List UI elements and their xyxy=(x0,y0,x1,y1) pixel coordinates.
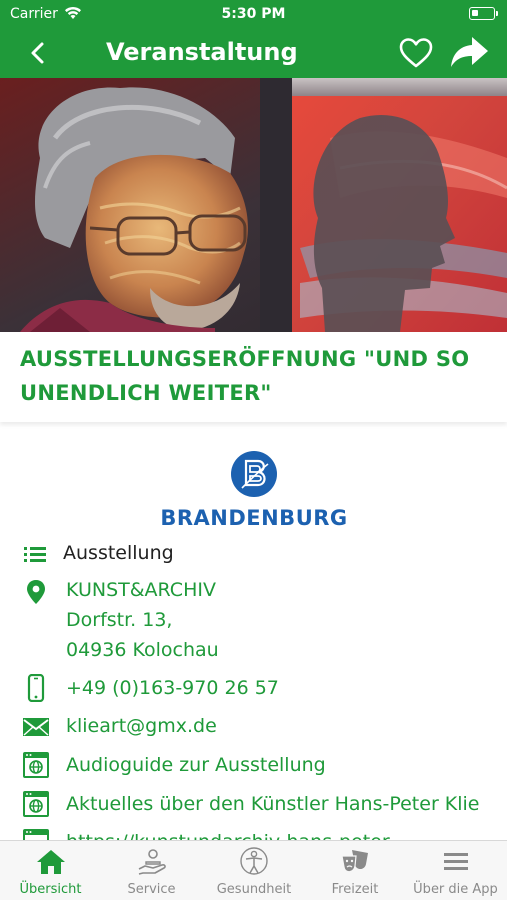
service-hand-icon xyxy=(138,849,166,875)
tab-bar: Übersicht Service Gesundheit Freizeit Üb… xyxy=(0,840,507,900)
chevron-left-icon[interactable] xyxy=(24,38,54,68)
heart-outline-icon[interactable] xyxy=(398,36,434,70)
battery-icon xyxy=(469,7,498,20)
organizer-logo: BRANDENBURG xyxy=(158,450,350,534)
event-title: AUSSTELLUNGSERÖFFNUNG "UND SO UNENDLICH … xyxy=(20,347,470,405)
category-label: Ausstellung xyxy=(63,542,174,564)
tab-label: Service xyxy=(127,882,176,897)
email-row[interactable]: klieart@gmx.de xyxy=(0,711,507,743)
organizer-logo-text: BRANDENBURG xyxy=(160,506,348,530)
tab-label: Über die App xyxy=(413,882,498,897)
phone-row[interactable]: +49 (0)163-970 26 57 xyxy=(0,673,507,705)
web-link-icon xyxy=(23,752,49,778)
tab-health[interactable]: Gesundheit xyxy=(202,841,306,900)
link-row-artist-news[interactable]: Aktuelles über den Künstler Hans-Peter K… xyxy=(0,789,507,821)
phone-icon xyxy=(27,674,45,702)
tab-label: Gesundheit xyxy=(216,882,292,897)
web-link-icon xyxy=(23,791,49,817)
theater-masks-icon xyxy=(341,850,368,873)
tab-leisure[interactable]: Freizeit xyxy=(306,841,404,900)
page-title: Veranstaltung xyxy=(106,38,298,66)
clock: 5:30 PM xyxy=(221,6,286,22)
list-icon xyxy=(24,547,46,562)
tab-about-app[interactable]: Über die App xyxy=(404,841,507,900)
navigation-bar: Veranstaltung xyxy=(0,28,507,78)
health-figure-icon xyxy=(240,847,268,875)
event-title-card: AUSSTELLUNGSERÖFFNUNG "UND SO UNENDLICH … xyxy=(0,332,507,422)
tab-label: Übersicht xyxy=(19,882,82,897)
tab-overview[interactable]: Übersicht xyxy=(0,841,101,900)
map-pin-icon xyxy=(27,580,45,604)
location-row[interactable]: KUNST&ARCHIV Dorfstr. 13, 04936 Kolochau xyxy=(0,575,507,667)
phone-number-link[interactable]: +49 (0)163-970 26 57 xyxy=(66,673,279,704)
status-bar: Carrier 5:30 PM xyxy=(0,0,507,28)
home-icon xyxy=(36,850,65,874)
category-row: Ausstellung xyxy=(0,538,507,570)
tab-label: Freizeit xyxy=(331,882,379,897)
share-arrow-icon[interactable] xyxy=(448,34,490,72)
envelope-icon xyxy=(23,718,49,736)
location-city[interactable]: 04936 Kolochau xyxy=(66,635,219,666)
tab-service[interactable]: Service xyxy=(101,841,202,900)
brandenburg-emblem-icon xyxy=(231,451,277,497)
event-photo xyxy=(0,78,507,332)
artist-news-link[interactable]: Aktuelles über den Künstler Hans-Peter K… xyxy=(66,789,480,820)
email-link[interactable]: klieart@gmx.de xyxy=(66,711,217,742)
link-row-audioguide[interactable]: Audioguide zur Ausstellung xyxy=(0,750,507,782)
location-name[interactable]: KUNST&ARCHIV xyxy=(66,575,216,606)
audioguide-link[interactable]: Audioguide zur Ausstellung xyxy=(66,750,326,781)
location-street[interactable]: Dorfstr. 13, xyxy=(66,605,172,636)
menu-lines-icon xyxy=(443,853,468,870)
